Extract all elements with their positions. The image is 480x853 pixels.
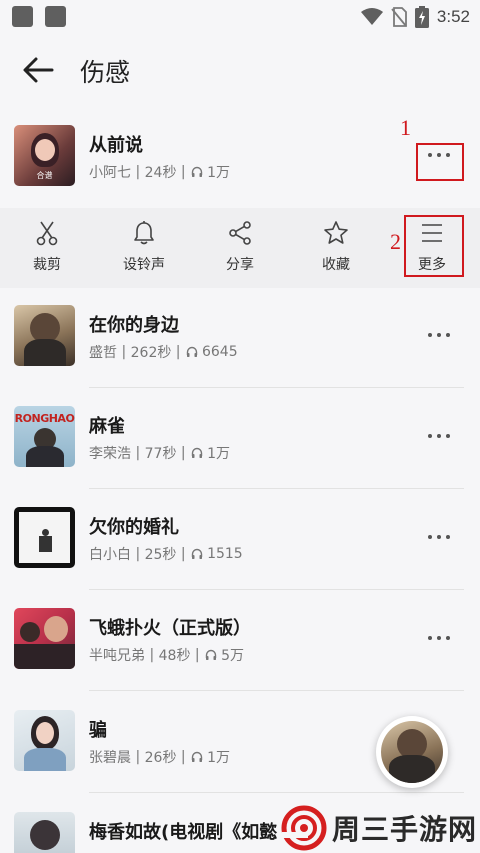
- song-duration: 77秒: [144, 446, 177, 462]
- song-duration: 262秒: [130, 345, 172, 361]
- song-title: 麻雀: [89, 416, 125, 437]
- song-title: 骗: [89, 720, 107, 741]
- action-label: 分享: [226, 257, 254, 273]
- song-duration: 26秒: [144, 750, 177, 766]
- divider: [89, 387, 464, 388]
- bell-icon: [134, 221, 154, 245]
- headphones-icon: [186, 346, 198, 357]
- set-ringtone-button[interactable]: 设铃声: [109, 208, 179, 288]
- share-icon: [229, 221, 251, 245]
- star-icon: [324, 221, 348, 244]
- song-meta: 李荣浩 | 77秒 | 1万: [89, 445, 230, 462]
- status-bar: 3:52: [0, 0, 480, 34]
- scissors-icon: [36, 221, 58, 246]
- list-item[interactable]: 在你的身边 盛哲 | 262秒 | 6645: [0, 288, 480, 388]
- divider: [89, 589, 464, 590]
- song-plays: 5万: [221, 648, 244, 664]
- song-plays: 6645: [201, 344, 238, 360]
- action-label: 裁剪: [33, 257, 61, 273]
- album-cover: [14, 507, 75, 568]
- annotation-marker-1: 1: [400, 115, 411, 140]
- divider: [89, 488, 464, 489]
- cover-caption: 合谱: [36, 171, 53, 180]
- album-cover: RONGHAO: [14, 406, 75, 467]
- more-options-button[interactable]: [416, 419, 462, 453]
- annotation-marker-2: 2: [390, 229, 401, 254]
- status-time: 3:52: [436, 7, 470, 26]
- app-bar: 伤感: [0, 48, 480, 92]
- list-item[interactable]: 飞蛾扑火（正式版） 半吨兄弟 | 48秒 | 5万: [0, 591, 480, 691]
- site-logo-icon: [281, 805, 327, 850]
- song-artist: 李荣浩: [89, 446, 131, 462]
- action-label: 设铃声: [123, 257, 165, 273]
- song-duration: 24秒: [144, 165, 177, 181]
- list-item[interactable]: RONGHAO 麻雀 李荣浩 | 77秒 | 1万: [0, 389, 480, 489]
- song-plays: 1万: [207, 165, 230, 181]
- song-meta: 张碧晨 | 26秒 | 1万: [89, 749, 230, 766]
- song-meta: 小阿七 | 24秒 | 1万: [89, 164, 230, 181]
- watermark-text: 周三手游网: [332, 812, 478, 846]
- album-cover: [14, 305, 75, 366]
- album-cover: [14, 710, 75, 771]
- page-title: 伤感: [80, 58, 131, 87]
- more-options-button[interactable]: [416, 520, 462, 554]
- favorite-button[interactable]: 收藏: [301, 208, 371, 288]
- share-button[interactable]: 分享: [205, 208, 275, 288]
- cut-button[interactable]: 裁剪: [12, 208, 82, 288]
- song-title: 梅香如故(电视剧《如懿: [89, 822, 278, 843]
- song-artist: 半吨兄弟: [89, 648, 145, 664]
- divider: [89, 690, 464, 691]
- more-options-button[interactable]: [416, 621, 462, 655]
- song-artist: 白小白: [89, 547, 131, 563]
- wifi-icon: [360, 8, 383, 25]
- divider: [89, 792, 464, 793]
- notification-icon: [45, 6, 66, 27]
- song-plays: 1515: [207, 546, 243, 562]
- album-cover: [14, 812, 75, 853]
- song-artist: 小阿七: [89, 165, 131, 181]
- action-label: 收藏: [322, 257, 350, 273]
- battery-icon: [414, 6, 429, 28]
- headphones-icon: [191, 548, 203, 559]
- album-cover: 合谱: [14, 125, 75, 186]
- song-duration: 25秒: [140, 547, 177, 563]
- song-plays: 1万: [207, 750, 230, 766]
- song-title: 从前说: [89, 135, 143, 156]
- album-cover: [14, 608, 75, 669]
- annotation-box-1: [416, 143, 464, 181]
- notification-icon: [12, 6, 33, 27]
- headphones-icon: [205, 649, 217, 660]
- song-artist: 张碧晨: [89, 750, 131, 766]
- song-meta: 半吨兄弟 | 48秒 | 5万: [89, 647, 244, 664]
- arrow-left-icon[interactable]: [22, 56, 54, 84]
- headphones-icon: [191, 447, 203, 458]
- song-duration: 48秒: [158, 648, 191, 664]
- song-title: 飞蛾扑火（正式版）: [89, 618, 251, 639]
- more-options-button[interactable]: [416, 318, 462, 352]
- list-item[interactable]: 欠你的婚礼 白小白 | 25秒 | 1515: [0, 490, 480, 590]
- song-artist: 盛哲: [89, 345, 117, 361]
- song-meta: 盛哲 | 262秒 | 6645: [89, 344, 238, 361]
- headphones-icon: [191, 166, 203, 177]
- no-sim-icon: [391, 7, 407, 27]
- song-title: 在你的身边: [89, 315, 179, 336]
- cover-caption: RONGHAO: [14, 412, 75, 425]
- now-playing-cover: [381, 721, 443, 783]
- annotation-box-2: [404, 215, 464, 277]
- watermark: 周三手游网: [280, 802, 480, 853]
- now-playing-button[interactable]: [376, 716, 448, 788]
- song-meta: 白小白 | 25秒 | 1515: [89, 546, 243, 563]
- song-title: 欠你的婚礼: [89, 517, 179, 538]
- headphones-icon: [191, 751, 203, 762]
- song-plays: 1万: [207, 446, 230, 462]
